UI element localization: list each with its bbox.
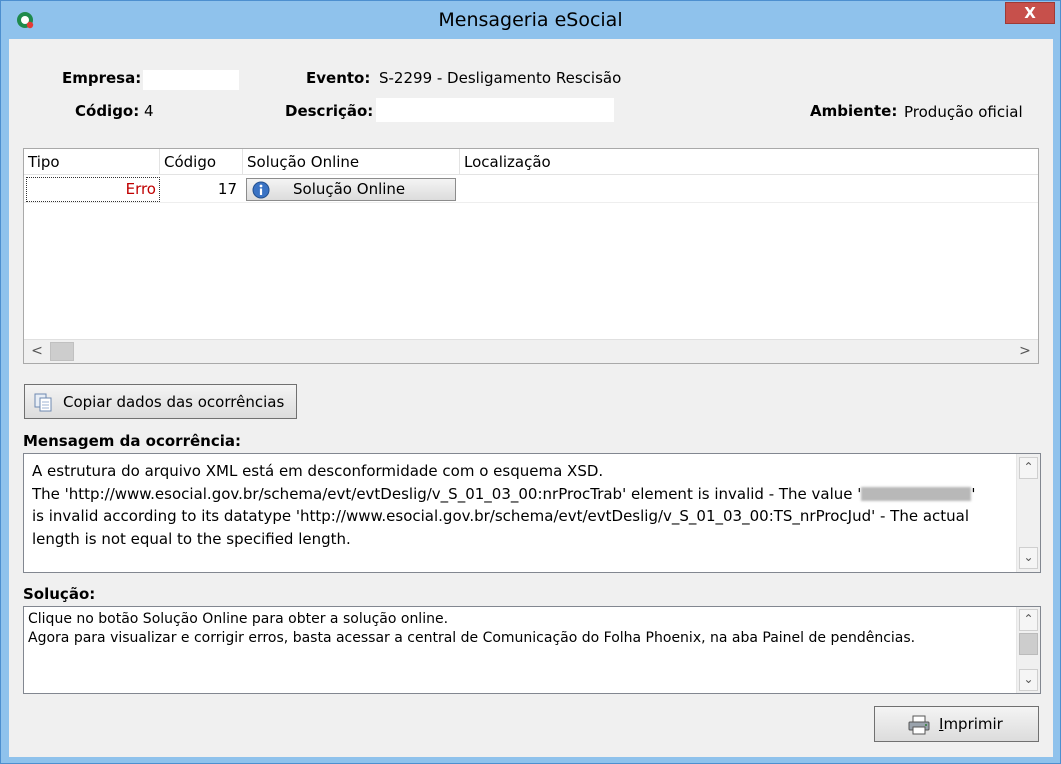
evento-value: S-2299 - Desligamento Rescisão xyxy=(379,69,622,87)
mensagem-line-1: A estrutura do arquivo XML está em desco… xyxy=(32,462,604,480)
scroll-left-icon[interactable]: < xyxy=(26,340,48,363)
redacted-value xyxy=(861,487,972,501)
mensagem-line-2-text: The 'http://www.esocial.gov.br/schema/ev… xyxy=(32,484,862,503)
scroll-down-icon[interactable]: ⌄ xyxy=(1019,547,1038,569)
codigo-cell[interactable]: 17 xyxy=(161,176,241,203)
copy-occurrences-button[interactable]: Copiar dados das ocorrências xyxy=(24,384,297,419)
window-title: Mensageria eSocial xyxy=(438,9,623,31)
solucao-line-2: Agora para visualizar e corrigir erros, … xyxy=(28,630,916,646)
table-row[interactable]: Erro 17 Solução Online xyxy=(24,176,1038,203)
info-icon xyxy=(252,181,270,199)
mensagem-text: A estrutura do arquivo XML está em desco… xyxy=(32,460,1007,550)
evento-label: Evento: xyxy=(306,69,371,87)
localizacao-cell[interactable] xyxy=(464,176,1034,203)
solucao-online-button[interactable]: Solução Online xyxy=(246,178,456,201)
copy-occurrences-label: Copiar dados das ocorrências xyxy=(63,393,285,411)
title-bar[interactable]: Mensageria eSocial X xyxy=(1,1,1060,39)
copy-icon xyxy=(34,393,52,412)
occurrences-grid[interactable]: Tipo Código Solução Online Localização E… xyxy=(23,148,1039,364)
grid-header: Tipo Código Solução Online Localização xyxy=(24,149,1038,175)
window: Mensageria eSocial X Empresa: Evento: S-… xyxy=(0,0,1061,764)
scroll-up-icon[interactable]: ⌃ xyxy=(1019,609,1038,631)
descricao-label: Descrição: xyxy=(285,102,374,120)
codigo-value: 4 xyxy=(144,102,154,120)
descricao-value xyxy=(376,98,614,122)
column-header-codigo[interactable]: Código xyxy=(160,149,243,175)
ambiente-value: Produção oficial xyxy=(904,103,1023,121)
column-header-localizacao[interactable]: Localização xyxy=(460,149,1038,175)
mensagem-label: Mensagem da ocorrência: xyxy=(23,432,241,450)
mensagem-line-3: is invalid according to its datatype 'ht… xyxy=(32,507,970,525)
mensagem-line-2: The 'http://www.esocial.gov.br/schema/ev… xyxy=(32,483,1007,506)
mensagem-textbox[interactable]: A estrutura do arquivo XML está em desco… xyxy=(23,453,1041,573)
solucao-line-1: Clique no botão Solução Online para obte… xyxy=(28,611,449,627)
column-header-solucao-online[interactable]: Solução Online xyxy=(243,149,460,175)
close-button[interactable]: X xyxy=(1005,2,1055,24)
codigo-label: Código: xyxy=(75,102,140,120)
mensagem-line-2-tail: ' xyxy=(971,484,976,503)
solucao-textbox[interactable]: Clique no botão Solução Online para obte… xyxy=(23,606,1041,694)
empresa-label: Empresa: xyxy=(62,69,142,87)
printer-icon xyxy=(908,715,930,735)
empresa-value xyxy=(143,70,239,90)
mensagem-vertical-scrollbar[interactable]: ⌃ ⌄ xyxy=(1016,454,1040,572)
solucao-text: Clique no botão Solução Online para obte… xyxy=(28,610,1008,648)
mensagem-line-4: length is not equal to the specified len… xyxy=(32,529,351,548)
scroll-down-icon[interactable]: ⌄ xyxy=(1019,669,1038,691)
scroll-right-icon[interactable]: > xyxy=(1014,340,1036,363)
scroll-thumb[interactable] xyxy=(50,342,74,361)
solucao-vertical-scrollbar[interactable]: ⌃ ⌄ xyxy=(1016,607,1040,693)
ambiente-label: Ambiente: xyxy=(810,102,898,120)
tipo-cell[interactable]: Erro xyxy=(26,177,160,202)
solucao-label: Solução: xyxy=(23,585,96,603)
scroll-up-icon[interactable]: ⌃ xyxy=(1019,457,1038,479)
print-button[interactable]: Imprimir xyxy=(874,706,1039,742)
solucao-online-label: Solução Online xyxy=(293,180,406,198)
column-header-tipo[interactable]: Tipo xyxy=(24,149,160,175)
print-label: Imprimir xyxy=(939,715,1003,733)
dialog-body: Empresa: Evento: S-2299 - Desligamento R… xyxy=(9,39,1053,757)
scroll-thumb[interactable] xyxy=(1019,633,1038,655)
horizontal-scrollbar[interactable]: < > xyxy=(24,339,1038,363)
